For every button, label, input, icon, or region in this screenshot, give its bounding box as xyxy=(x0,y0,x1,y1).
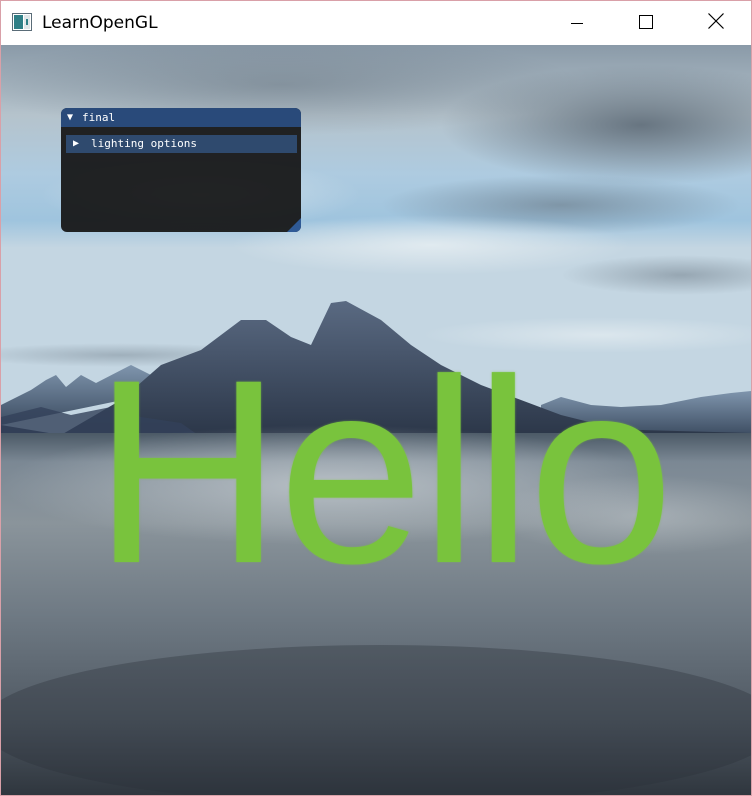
window-title: LearnOpenGL xyxy=(42,13,158,33)
triangle-right-icon: ▶ xyxy=(73,138,80,149)
title-bar[interactable]: LearnOpenGL xyxy=(1,1,751,45)
minimize-icon xyxy=(571,14,583,33)
hello-text: Hello xyxy=(93,325,674,618)
close-icon xyxy=(708,13,724,33)
minimize-button[interactable] xyxy=(554,1,600,45)
close-button[interactable] xyxy=(693,1,739,45)
lighting-options-header[interactable]: ▶ lighting options xyxy=(66,135,297,153)
imgui-title-bar[interactable]: ▼ final xyxy=(61,108,301,127)
app-window: LearnOpenGL Hello ▼ final ▶ lighting opt… xyxy=(0,0,752,796)
triangle-down-icon[interactable]: ▼ xyxy=(67,108,73,127)
lighting-options-label: lighting options xyxy=(91,137,197,150)
opengl-viewport[interactable]: Hello ▼ final ▶ lighting options xyxy=(1,45,751,795)
app-icon xyxy=(12,13,32,31)
maximize-icon xyxy=(639,14,653,33)
maximize-button[interactable] xyxy=(623,1,669,45)
imgui-panel[interactable]: ▼ final ▶ lighting options xyxy=(61,108,301,232)
resize-grip[interactable] xyxy=(287,218,301,232)
imgui-title: final xyxy=(82,111,116,124)
